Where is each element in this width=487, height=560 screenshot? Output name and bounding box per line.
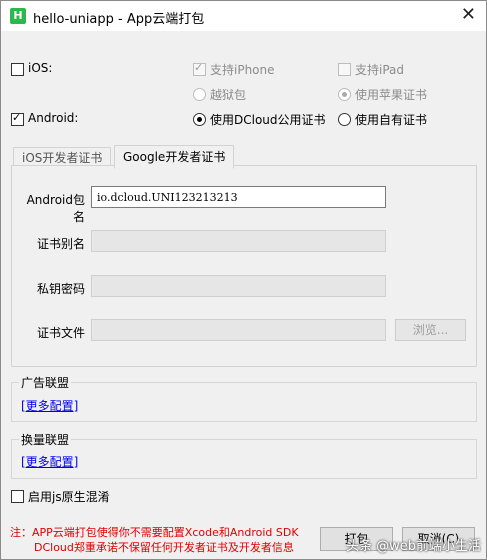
jailbreak-label: 越狱包 [210, 88, 247, 102]
tab-google-cert[interactable]: Google开发者证书 [114, 145, 235, 169]
support-iphone-checkbox[interactable] [193, 61, 206, 76]
ios-label: iOS: [28, 61, 53, 75]
dcloud-cert-label: 使用DCloud公用证书 [210, 113, 326, 127]
own-cert-radio[interactable] [338, 113, 351, 126]
package-name-input[interactable]: io.dcloud.UNI123213213 [91, 186, 386, 208]
cert-alias-label: 证书别名 [36, 237, 85, 251]
js-obfuscate-label: 启用js原生混淆 [28, 490, 110, 504]
key-password-input[interactable] [91, 275, 386, 297]
window-title: hello-uniapp - App云端打包 [33, 12, 205, 27]
own-cert-label: 使用自有证书 [355, 113, 428, 127]
close-icon[interactable]: ✕ [461, 4, 476, 26]
key-password-label: 私钥密码 [36, 282, 85, 296]
dialog-window: H hello-uniapp - App云端打包 ✕ iOS: 支持iPhone… [0, 0, 487, 560]
cert-alias-input[interactable] [91, 230, 386, 252]
cert-file-input[interactable] [91, 319, 386, 341]
watermark-text: 头条 @web前端小生活 [346, 539, 482, 554]
notice-line-2: DCloud郑重承诺不保留任何开发者证书及开发者信息 [34, 541, 294, 554]
exchange-union-title: 换量联盟 [19, 431, 72, 448]
title-bar: H hello-uniapp - App云端打包 ✕ [1, 1, 486, 31]
apple-cert-label: 使用苹果证书 [355, 88, 428, 102]
notice-line-1: 注：APP云端打包使得你不需要配置Xcode和Android SDK [10, 526, 299, 539]
android-checkbox[interactable] [11, 111, 24, 126]
support-ipad-checkbox[interactable] [338, 63, 351, 76]
package-name-label: Android包名 [26, 193, 85, 224]
support-ipad-label: 支持iPad [355, 63, 405, 77]
dcloud-cert-radio[interactable] [193, 113, 206, 126]
cert-file-label: 证书文件 [36, 326, 85, 340]
browse-button[interactable]: 浏览... [395, 319, 466, 341]
ios-checkbox[interactable] [11, 63, 24, 76]
ad-more-config-link[interactable]: [更多配置] [21, 397, 78, 414]
ad-union-group [11, 382, 477, 422]
hbuilder-app-icon: H [10, 8, 26, 24]
ad-union-title: 广告联盟 [19, 374, 72, 391]
android-label: Android: [28, 111, 79, 125]
support-iphone-label: 支持iPhone [210, 63, 275, 77]
exchange-union-group [11, 439, 477, 479]
js-obfuscate-checkbox[interactable] [11, 490, 24, 503]
apple-cert-radio[interactable] [338, 88, 351, 101]
jailbreak-radio[interactable] [193, 88, 206, 101]
exchange-more-config-link[interactable]: [更多配置] [21, 453, 78, 470]
